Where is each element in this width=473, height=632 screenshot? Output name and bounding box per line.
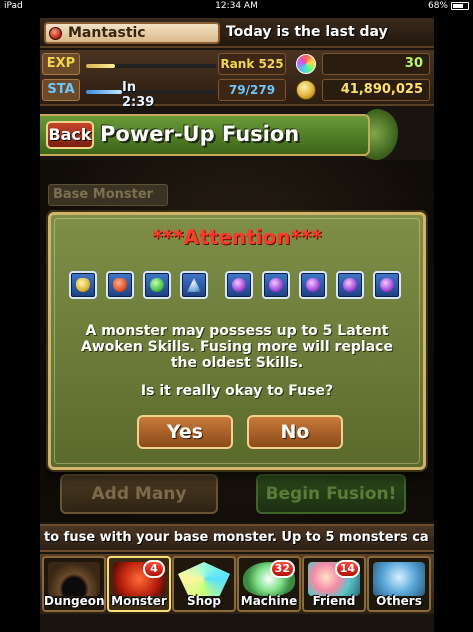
sta-label: STA (42, 79, 80, 101)
nav-label: Shop (186, 594, 222, 608)
rank-display: Rank 525 (218, 53, 286, 75)
player-bar: Mantastic Today is the last day (40, 18, 434, 48)
awoken-skill-red-icon (106, 271, 134, 299)
dungeon-icon (48, 562, 100, 596)
begin-fusion-button[interactable]: Begin Fusion! (256, 474, 406, 514)
awoken-skill-glyph (187, 278, 201, 292)
nav-others[interactable]: Others (367, 556, 431, 612)
fusion-actions: Add Many Begin Fusion! (40, 474, 434, 518)
coin-icon (296, 80, 316, 100)
dialog-message: A monster may possess up to 5 Latent Awo… (81, 323, 393, 371)
attention-dialog: ***Attention*** A monster may possess up… (48, 212, 426, 470)
news-ticker: Today is the last day (226, 24, 388, 40)
yes-button[interactable]: Yes (137, 415, 233, 449)
others-question-icon (373, 562, 425, 596)
awoken-skill-icons (69, 271, 409, 303)
awoken-skill-purple-icon (299, 271, 327, 299)
back-button[interactable]: Back (46, 121, 94, 149)
add-many-button[interactable]: Add Many (60, 474, 218, 514)
page-header: Back Power-Up Fusion (40, 114, 370, 156)
awoken-skill-purple-icon (336, 271, 364, 299)
awoken-skill-glyph (343, 278, 357, 292)
stamina-value: 79/279 (218, 79, 286, 101)
page-title: Power-Up Fusion (100, 122, 300, 146)
notification-badge: 32 (269, 560, 295, 578)
stamina-bar-fill (86, 90, 123, 94)
nav-label: Monster (111, 594, 167, 608)
bottom-nav: Dungeon 4 Monster Shop 32 Machine 14 Fri… (40, 554, 434, 614)
player-gem-icon (49, 27, 62, 40)
magic-stone-icon (296, 54, 316, 74)
exp-bar-fill (86, 64, 115, 68)
game-viewport: Mantastic Today is the last day EXP Rank… (40, 18, 434, 632)
awoken-skill-glyph (113, 278, 127, 292)
awoken-skill-green-icon (143, 271, 171, 299)
nav-label: Friend (312, 594, 356, 608)
exp-label: EXP (42, 53, 80, 75)
nav-machine[interactable]: 32 Machine (237, 556, 301, 612)
magic-stone-count: 30 (322, 53, 430, 75)
battery-icon (451, 2, 469, 10)
awoken-skill-purple-icon (262, 271, 290, 299)
battery-indicator: 68% (428, 1, 469, 11)
awoken-skill-blue-icon (180, 271, 208, 299)
notification-badge: 14 (334, 560, 360, 578)
awoken-skill-purple-icon (373, 271, 401, 299)
shop-gem-icon (178, 562, 230, 596)
awoken-skill-glyph (232, 278, 246, 292)
device-status-bar: iPad 12:34 AM 68% (0, 0, 473, 14)
nav-monster[interactable]: 4 Monster (107, 556, 171, 612)
awoken-skill-purple-icon (225, 271, 253, 299)
battery-percent: 68% (427, 1, 448, 11)
awoken-skill-yellow-icon (69, 271, 97, 299)
dialog-title: ***Attention*** (152, 225, 322, 249)
nav-dungeon[interactable]: Dungeon (42, 556, 106, 612)
awoken-skill-glyph (150, 278, 164, 292)
awoken-skill-glyph (380, 278, 394, 292)
exp-bar (86, 64, 216, 68)
notification-badge: 4 (143, 560, 165, 578)
coin-count: 41,890,025 (322, 79, 430, 101)
awoken-skill-glyph (306, 278, 320, 292)
nav-friend[interactable]: 14 Friend (302, 556, 366, 612)
nav-shop[interactable]: Shop (172, 556, 236, 612)
base-monster-label: Base Monster (48, 184, 168, 206)
dialog-question: Is it really okay to Fuse? (140, 383, 334, 399)
nav-label: Machine (240, 594, 298, 608)
player-name-plate[interactable]: Mantastic (44, 22, 220, 44)
no-button[interactable]: No (247, 415, 343, 449)
stats-panel: EXP Rank 525 30 STA In 2:39 79/279 41,89… (40, 50, 434, 110)
clock: 12:34 AM (215, 1, 258, 11)
help-ticker: to fuse with your base monster. Up to 5 … (40, 524, 434, 552)
stamina-timer: In 2:39 (122, 80, 155, 110)
awoken-skill-glyph (269, 278, 283, 292)
player-name: Mantastic (68, 25, 146, 41)
nav-label: Others (376, 594, 422, 608)
nav-label: Dungeon (44, 594, 105, 608)
awoken-skill-glyph (76, 278, 90, 292)
